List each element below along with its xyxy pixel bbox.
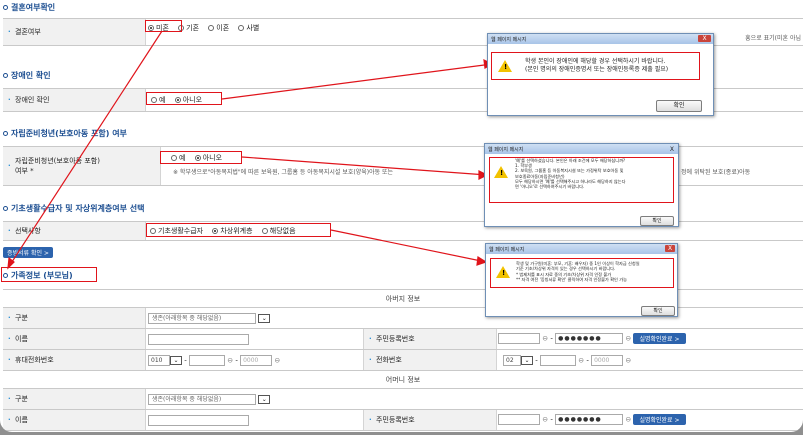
dialog-titlebar: 웹 페이지 메시지 X	[486, 244, 677, 254]
arrow-line	[330, 229, 487, 263]
highlight-box	[491, 52, 700, 80]
arrow-line	[7, 30, 163, 269]
ok-button[interactable]: 확인	[640, 216, 674, 226]
dialog-titlebar: 웹 페이지 메시지 X	[488, 34, 713, 44]
highlight-box	[489, 157, 674, 203]
dialog-title: 웹 페이지 메시지	[489, 246, 525, 253]
dialog-disability-message: 웹 페이지 메시지 X ! 학생 본인이 장애인에 해당할 경우 선택하시기 바랍…	[487, 33, 714, 116]
close-icon[interactable]: X	[670, 146, 674, 153]
form-page: 결혼여부확인 결혼여부 미혼 기혼 이혼 사별 흥으로 표기(미혼 아님 장애인…	[0, 0, 803, 432]
dialog-selfsupport-message: 웹 페이지 메시지 X ! '예'를 선택하셨습니다. 본인은 아래 조건에 모두…	[484, 143, 679, 227]
ok-button[interactable]: 확인	[656, 100, 702, 112]
dialog-title: 웹 페이지 메시지	[491, 36, 527, 43]
dialog-titlebar: 웹 페이지 메시지 X	[485, 144, 678, 154]
dialog-title: 웹 페이지 메시지	[488, 146, 524, 153]
arrow-line	[241, 156, 488, 176]
close-icon[interactable]: X	[665, 245, 675, 252]
close-icon[interactable]: X	[698, 35, 711, 42]
arrow-line	[221, 63, 493, 100]
highlight-box	[490, 258, 674, 288]
dialog-basic-living-message: 웹 페이지 메시지 X ! 학생 및 가구원(미혼: 부모, 기혼: 배우자) 중…	[485, 243, 678, 317]
ok-button[interactable]: 확인	[641, 306, 675, 316]
